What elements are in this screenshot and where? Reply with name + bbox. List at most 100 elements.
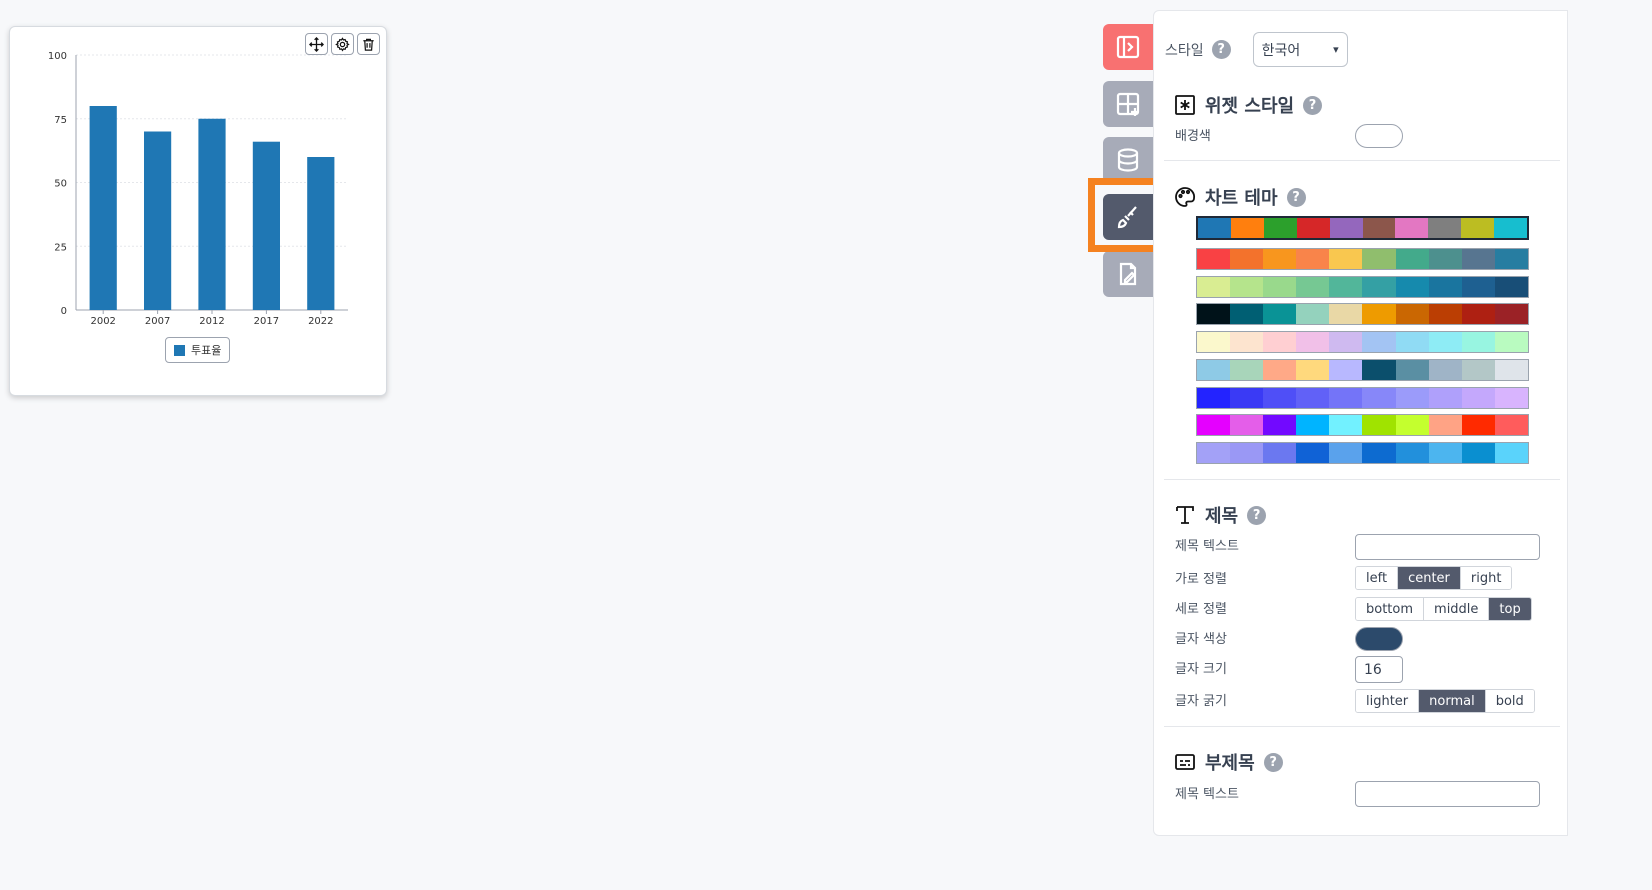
x-tick-label: 2017 [254,316,279,327]
palette-color-swatch [1230,415,1264,435]
palette-color-swatch [1263,304,1297,324]
panel-toggle-button[interactable] [1103,24,1153,70]
add-widget-button[interactable] [1103,81,1153,127]
palette-color-swatch [1428,332,1462,352]
theme-palette-6[interactable] [1196,359,1529,381]
divider [1164,726,1560,727]
palette-color-swatch [1230,388,1264,408]
palette-color-swatch [1296,218,1330,238]
style-label: 스타일 [1165,42,1204,59]
help-icon[interactable]: ? [1286,187,1306,207]
palette-color-swatch [1461,443,1495,463]
palette-color-swatch [1494,277,1528,297]
language-select[interactable]: 한국어 ▾ [1252,32,1348,67]
palette-color-swatch [1395,332,1429,352]
edit-document-icon [1119,262,1137,286]
palette-color-swatch [1494,304,1528,324]
palette-color-swatch [1461,415,1495,435]
v-align-middle[interactable]: middle [1424,598,1490,620]
v-align-segmented: bottom middle top [1355,597,1532,621]
h-align-right[interactable]: right [1460,567,1512,589]
x-tick-label: 2007 [145,316,170,327]
palette-color-swatch [1395,415,1429,435]
bar [144,131,172,310]
palette-color-swatch [1329,218,1363,238]
palette-color-swatch [1263,277,1297,297]
palette-color-swatch [1230,218,1264,238]
settings-button[interactable] [331,33,354,55]
bar [252,141,280,310]
palette-color-swatch [1197,304,1231,324]
help-icon[interactable]: ? [1303,95,1323,115]
chart-legend[interactable]: 투표율 [165,337,231,363]
style-row: 스타일 ? 한국어 ▾ [1165,32,1348,67]
chevron-down-icon: ▾ [1333,43,1339,56]
theme-palette-4[interactable] [1196,303,1529,325]
edit-button[interactable] [1103,251,1153,297]
palette-color-swatch [1494,415,1528,435]
delete-button[interactable] [357,33,380,55]
palette-color-swatch [1461,332,1495,352]
font-color-picker[interactable] [1355,627,1403,651]
subtitle-text-input[interactable] [1355,781,1540,807]
palette-color-swatch [1197,249,1231,269]
theme-palette-7[interactable] [1196,387,1529,409]
widget-style-header: 위젯 스타일 ? [1174,92,1323,118]
palette-color-swatch [1329,415,1363,435]
move-button[interactable] [305,33,328,55]
palette-color-swatch [1263,388,1297,408]
palette-color-swatch [1428,388,1462,408]
h-align-segmented: left center right [1355,566,1513,590]
theme-palette-9[interactable] [1196,442,1529,464]
title-text-input[interactable] [1355,534,1540,560]
palette-color-swatch [1263,415,1297,435]
font-size-input[interactable]: 16 [1355,656,1403,683]
widget-toolbar [305,33,380,55]
help-icon[interactable]: ? [1211,40,1231,59]
bar [89,106,117,310]
y-tick-label: 100 [48,51,67,62]
palette-color-swatch [1395,277,1429,297]
theme-palette-3[interactable] [1196,276,1529,298]
database-icon [1117,148,1139,172]
legend-swatch [174,344,185,356]
palette-color-swatch [1362,443,1396,463]
palette-color-swatch [1329,388,1363,408]
v-align-bottom[interactable]: bottom [1356,598,1425,620]
h-align-label: 가로 정렬 [1175,572,1227,587]
move-icon [309,36,324,52]
palette-color-swatch [1494,360,1528,380]
data-source-button[interactable] [1103,137,1153,183]
palette-color-swatch [1494,249,1528,269]
add-widget-icon [1116,92,1140,116]
chart-widget[interactable]: 0 25 50 75 100 2002 2007 2012 2017 2022 투표율 [9,26,387,396]
weight-normal[interactable]: normal [1419,690,1486,712]
theme-palette-8[interactable] [1196,414,1529,436]
palette-color-swatch [1494,443,1528,463]
trash-icon [363,38,374,51]
legend-label: 투표율 [191,344,222,357]
v-align-top[interactable]: top [1489,598,1531,620]
help-icon[interactable]: ? [1263,752,1283,772]
weight-lighter[interactable]: lighter [1356,690,1420,712]
title-section-header: 제목 ? [1174,502,1267,528]
palette-color-swatch [1428,218,1462,238]
theme-palette-1[interactable] [1196,216,1529,240]
palette-color-swatch [1362,360,1396,380]
weight-bold[interactable]: bold [1485,690,1534,712]
y-tick-label: 25 [54,242,67,253]
widget-style-title: 위젯 스타일 [1205,96,1295,117]
theme-palette-2[interactable] [1196,248,1529,270]
palette-color-swatch [1263,332,1297,352]
palette-color-swatch [1230,277,1264,297]
help-icon[interactable]: ? [1247,505,1267,525]
palette-color-swatch [1428,249,1462,269]
palette-color-swatch [1296,277,1330,297]
bg-color-picker[interactable] [1355,124,1403,148]
theme-palette-5[interactable] [1196,331,1529,353]
h-align-center[interactable]: center [1398,567,1461,589]
h-align-left[interactable]: left [1356,567,1399,589]
x-tick-label: 2022 [308,316,333,327]
palette-color-swatch [1296,304,1330,324]
palette-color-swatch [1197,388,1231,408]
